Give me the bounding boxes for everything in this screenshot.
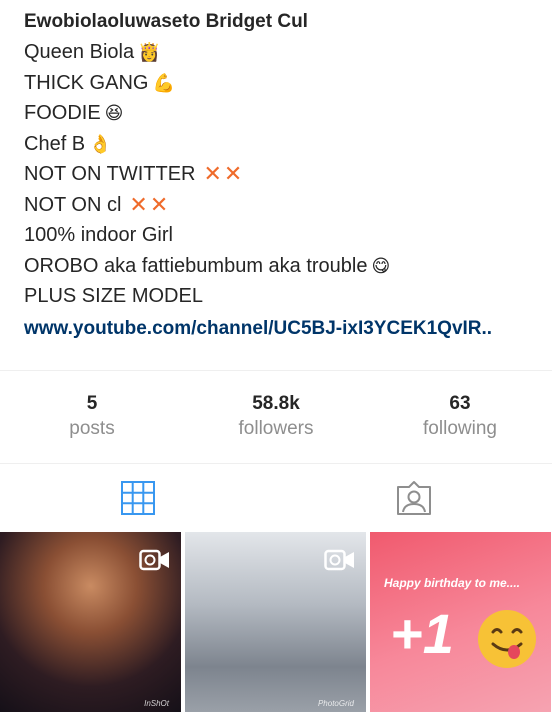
bio-line-text: Chef B xyxy=(24,132,86,155)
bio-line: NOT ON TWITTER ✕✕ xyxy=(24,159,552,190)
video-icon xyxy=(139,549,169,570)
face-savoring-food-emoji: 😋 xyxy=(371,255,391,276)
bio-line: FOODIE 😆 xyxy=(24,98,552,129)
profile-tabs xyxy=(0,464,552,532)
bio-line: THICK GANG 💪 xyxy=(24,68,552,99)
followers-stat[interactable]: 58.8k followers xyxy=(184,392,368,442)
tab-grid[interactable] xyxy=(0,480,276,516)
face-savoring-food-emoji xyxy=(478,609,536,668)
bio-line-text: NOT ON TWITTER xyxy=(24,163,196,185)
post-thumbnail[interactable]: InShOt xyxy=(0,531,181,712)
bio-line: OROBO aka fattiebumbum aka trouble 😋 xyxy=(24,251,552,282)
bio-line: PLUS SIZE MODEL xyxy=(24,281,552,312)
grinning-squinting-face-emoji: 😆 xyxy=(104,103,124,124)
princess-emoji: 👸 xyxy=(138,42,161,63)
cross-mark-emoji: ✕✕ xyxy=(129,191,171,217)
post-thumbnail[interactable]: Happy birthday to me.... +1 xyxy=(370,531,551,712)
grid-icon xyxy=(121,480,155,515)
tab-tagged[interactable] xyxy=(276,479,552,517)
post-big-text: +1 xyxy=(390,601,454,665)
post-thumbnail[interactable]: PhotoGrid xyxy=(185,531,366,712)
bio-line: NOT ON cl ✕✕ xyxy=(24,190,552,221)
bio-line-text: THICK GANG xyxy=(24,71,149,94)
flexed-biceps-emoji: 💪 xyxy=(152,72,175,93)
posts-grid: InShOt PhotoGrid Happy birthday to me...… xyxy=(0,531,552,712)
followers-label: followers xyxy=(238,417,314,439)
tagged-person-icon xyxy=(397,480,431,515)
cross-mark-emoji: ✕✕ xyxy=(203,161,245,186)
profile-name: Ewobiolaoluwaseto Bridget Cul xyxy=(24,11,308,32)
profile-website-link[interactable]: www.youtube.com/channel/UC5BJ-ixI3YCEK1Q… xyxy=(24,314,552,344)
bio-line: Chef B 👌 xyxy=(24,129,552,160)
bio-line-text: PLUS SIZE MODEL xyxy=(24,285,203,307)
post-caption: Happy birthday to me.... xyxy=(384,575,521,590)
posts-label: posts xyxy=(69,417,115,439)
following-label: following xyxy=(423,417,497,439)
post-watermark: InShOt xyxy=(144,698,169,708)
following-count: 63 xyxy=(449,392,471,414)
bio-line-text: FOODIE xyxy=(24,102,101,124)
bio-line-text: OROBO aka fattiebumbum aka trouble xyxy=(24,254,368,277)
followers-count: 58.8k xyxy=(252,392,300,414)
video-icon xyxy=(324,549,354,570)
profile-stats: 5 posts 58.8k followers 63 following xyxy=(0,371,552,463)
following-stat[interactable]: 63 following xyxy=(368,392,552,442)
ok-hand-emoji: 👌 xyxy=(89,133,112,154)
posts-stat[interactable]: 5 posts xyxy=(0,392,184,442)
bio-line: Queen Biola 👸 xyxy=(24,37,552,68)
bio-line-text: Queen Biola xyxy=(24,41,135,63)
post-watermark: PhotoGrid xyxy=(317,698,354,708)
profile-bio: Ewobiolaoluwaseto Bridget Cul Queen Biol… xyxy=(0,0,552,344)
bio-line-text: 100% indoor Girl xyxy=(24,224,173,246)
bio-line-text: NOT ON cl xyxy=(24,193,122,216)
posts-count: 5 xyxy=(86,392,98,414)
bio-line: 100% indoor Girl xyxy=(24,220,552,251)
